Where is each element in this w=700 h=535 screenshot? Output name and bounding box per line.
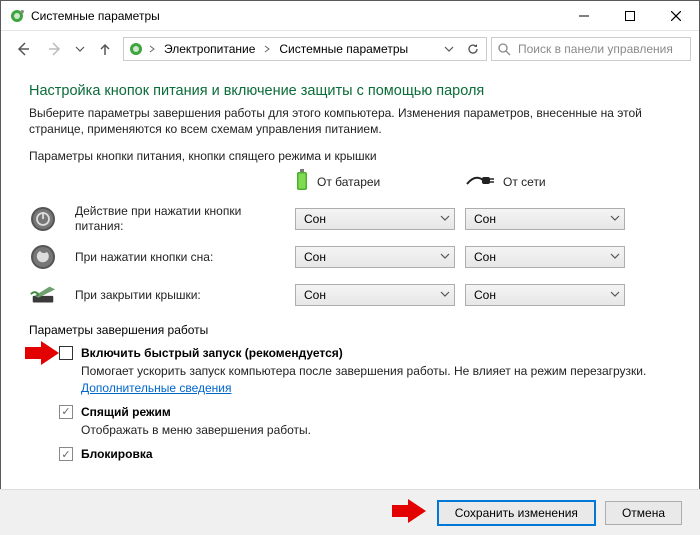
chevron-down-icon — [440, 250, 450, 264]
power-settings-grid: От батареи От сети Действие при нажатии … — [29, 169, 671, 309]
option-fast-startup-desc: Помогает ускорить запуск компьютера посл… — [81, 363, 671, 395]
up-button[interactable] — [91, 35, 119, 63]
window-title: Системные параметры — [31, 9, 160, 23]
select-lid-battery[interactable]: Сон — [295, 284, 455, 306]
footer-bar: Сохранить изменения Отмена — [0, 489, 700, 535]
checkbox-fast-startup[interactable] — [59, 346, 73, 360]
select-power-button-battery[interactable]: Сон — [295, 208, 455, 230]
section-buttons-title: Параметры кнопки питания, кнопки спящего… — [29, 149, 671, 163]
annotation-arrow-icon — [25, 341, 59, 368]
chevron-right-icon — [146, 45, 158, 53]
chevron-down-icon — [610, 250, 620, 264]
option-lock-label: Блокировка — [81, 446, 153, 462]
chevron-down-icon — [440, 288, 450, 302]
page-heading: Настройка кнопок питания и включение защ… — [29, 83, 671, 99]
section-shutdown-title: Параметры завершения работы — [29, 323, 671, 337]
power-button-icon — [29, 205, 57, 233]
option-sleep-mode-label: Спящий режим — [81, 404, 311, 420]
annotation-arrow-icon — [392, 499, 426, 526]
checkbox-lock[interactable]: ✓ — [59, 447, 73, 461]
column-header-battery: От батареи — [295, 169, 455, 194]
option-lock: ✓ Блокировка — [59, 446, 671, 462]
option-sleep-mode: ✓ Спящий режим Отображать в меню заверше… — [59, 404, 671, 438]
select-sleep-button-ac[interactable]: Сон — [465, 246, 625, 268]
column-header-ac-label: От сети — [503, 175, 546, 189]
chevron-down-icon — [440, 212, 450, 226]
save-button[interactable]: Сохранить изменения — [438, 501, 595, 525]
select-sleep-button-battery[interactable]: Сон — [295, 246, 455, 268]
select-value: Сон — [474, 288, 496, 302]
address-app-icon — [128, 41, 144, 57]
checkbox-sleep-mode[interactable]: ✓ — [59, 405, 73, 419]
chevron-right-icon — [261, 45, 273, 53]
address-dropdown-button[interactable] — [438, 38, 460, 60]
minimize-button[interactable] — [561, 1, 607, 31]
lid-icon — [29, 281, 57, 309]
search-input[interactable] — [516, 41, 690, 57]
content-area: Настройка кнопок питания и включение защ… — [1, 67, 699, 462]
save-button-label: Сохранить изменения — [455, 506, 578, 520]
cancel-button-label: Отмена — [622, 506, 665, 520]
forward-button[interactable] — [41, 35, 69, 63]
select-value: Сон — [474, 250, 496, 264]
option-sleep-mode-desc: Отображать в меню завершения работы. — [81, 422, 311, 438]
breadcrumb-item-1[interactable]: Электропитание — [160, 42, 259, 56]
plug-icon — [465, 172, 495, 191]
cancel-button[interactable]: Отмена — [605, 501, 682, 525]
battery-icon — [295, 169, 309, 194]
select-value: Сон — [304, 288, 326, 302]
select-lid-ac[interactable]: Сон — [465, 284, 625, 306]
chevron-down-icon — [610, 288, 620, 302]
window-controls — [561, 1, 699, 31]
option-fast-startup: Включить быстрый запуск (рекомендуется) … — [59, 345, 671, 396]
chevron-down-icon — [610, 212, 620, 226]
app-icon — [9, 8, 25, 24]
sleep-button-icon — [29, 243, 57, 271]
row-label-sleep-button: При нажатии кнопки сна: — [75, 250, 285, 264]
maximize-button[interactable] — [607, 1, 653, 31]
navigation-bar: Электропитание Системные параметры — [1, 31, 699, 67]
back-button[interactable] — [9, 35, 37, 63]
row-label-lid: При закрытии крышки: — [75, 288, 285, 302]
select-value: Сон — [304, 212, 326, 226]
column-header-ac: От сети — [465, 172, 625, 191]
search-box[interactable] — [491, 37, 691, 61]
search-icon — [492, 43, 516, 56]
column-header-battery-label: От батареи — [317, 175, 380, 189]
refresh-button[interactable] — [462, 38, 484, 60]
breadcrumb-item-2[interactable]: Системные параметры — [275, 42, 412, 56]
option-fast-startup-label: Включить быстрый запуск (рекомендуется) — [81, 345, 671, 361]
select-power-button-ac[interactable]: Сон — [465, 208, 625, 230]
select-value: Сон — [304, 250, 326, 264]
intro-text: Выберите параметры завершения работы для… — [29, 105, 671, 137]
row-label-power-button: Действие при нажатии кнопки питания: — [75, 204, 285, 233]
select-value: Сон — [474, 212, 496, 226]
close-button[interactable] — [653, 1, 699, 31]
title-bar: Системные параметры — [1, 1, 699, 31]
recent-locations-button[interactable] — [73, 35, 87, 63]
address-bar[interactable]: Электропитание Системные параметры — [123, 37, 487, 61]
link-more-info[interactable]: Дополнительные сведения — [81, 381, 231, 395]
